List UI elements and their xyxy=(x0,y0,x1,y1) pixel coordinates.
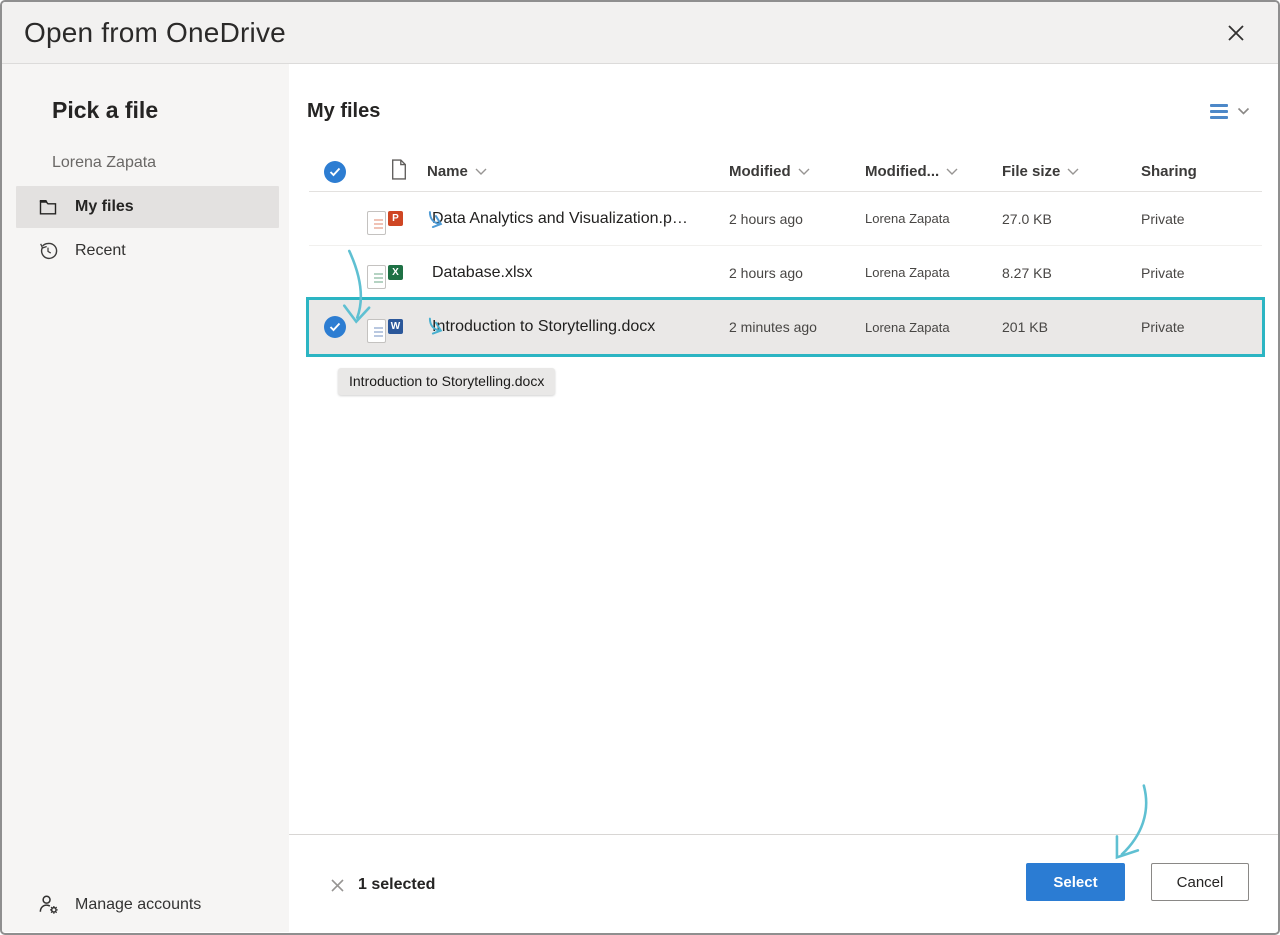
chevron-down-icon xyxy=(1237,107,1250,116)
view-switcher-button[interactable] xyxy=(1210,104,1250,119)
file-name-tooltip: Introduction to Storytelling.docx xyxy=(338,368,555,395)
sidebar: Pick a file Lorena Zapata My files Recen… xyxy=(2,64,289,932)
dialog-footer: 1 selected Select Cancel xyxy=(289,834,1278,932)
selection-info: 1 selected xyxy=(330,876,435,894)
file-row-introduction-to-storytelling[interactable]: W Introduction to Storytelling.docx 2 mi… xyxy=(309,300,1262,354)
clear-selection-button[interactable] xyxy=(330,878,345,893)
file-sharing: Private xyxy=(1141,211,1262,227)
file-modified: 2 hours ago xyxy=(729,265,865,281)
file-modified-by: Lorena Zapata xyxy=(865,211,1002,226)
manage-accounts-button[interactable]: Manage accounts xyxy=(37,893,201,916)
account-name: Lorena Zapata xyxy=(52,154,289,172)
sort-chevron-icon xyxy=(798,168,810,176)
person-gear-icon xyxy=(37,893,60,916)
sort-chevron-icon xyxy=(475,168,487,176)
folder-icon xyxy=(38,197,58,217)
sort-chevron-icon xyxy=(946,168,958,176)
history-icon xyxy=(38,241,58,261)
select-button[interactable]: Select xyxy=(1026,863,1125,901)
list-view-icon xyxy=(1210,104,1228,119)
sidebar-item-my-files[interactable]: My files xyxy=(16,186,279,228)
close-button[interactable] xyxy=(1218,15,1254,51)
file-name: Introduction to Storytelling.docx xyxy=(427,318,729,336)
column-header-name[interactable]: Name xyxy=(427,163,729,180)
dialog-titlebar: Open from OneDrive xyxy=(2,2,1278,64)
select-all-checkbox[interactable] xyxy=(309,161,382,183)
file-type-column-icon xyxy=(382,158,427,186)
check-icon xyxy=(329,322,341,332)
file-modified: 2 minutes ago xyxy=(729,319,865,335)
file-sharing: Private xyxy=(1141,265,1262,281)
sidebar-item-recent[interactable]: Recent xyxy=(16,230,279,272)
onedrive-open-dialog: Open from OneDrive Pick a file Lorena Za… xyxy=(0,0,1280,935)
sidebar-item-label: Recent xyxy=(75,242,126,260)
file-table: Name Modified Modified... File size xyxy=(309,152,1262,354)
cancel-button[interactable]: Cancel xyxy=(1151,863,1249,901)
sort-chevron-icon xyxy=(1067,168,1079,176)
sidebar-item-label: My files xyxy=(75,198,134,216)
folder-title: My files xyxy=(307,100,380,123)
file-sharing: Private xyxy=(1141,319,1262,335)
file-row-database[interactable]: X Database.xlsx 2 hours ago Lorena Zapat… xyxy=(309,246,1262,300)
file-name: Database.xlsx xyxy=(427,264,729,282)
file-size: 201 KB xyxy=(1002,319,1141,335)
close-icon xyxy=(330,878,345,893)
column-header-file-size[interactable]: File size xyxy=(1002,163,1141,180)
column-header-sharing[interactable]: Sharing xyxy=(1141,163,1262,180)
file-picker-main: My files Name xyxy=(289,64,1278,932)
table-header-row: Name Modified Modified... File size xyxy=(309,152,1262,192)
close-icon xyxy=(1227,24,1245,42)
file-modified-by: Lorena Zapata xyxy=(865,320,1002,335)
column-header-modified-by[interactable]: Modified... xyxy=(865,163,1002,180)
file-modified: 2 hours ago xyxy=(729,211,865,227)
check-icon xyxy=(329,167,341,177)
file-name: Data Analytics and Visualization.p… xyxy=(427,210,729,228)
file-size: 8.27 KB xyxy=(1002,265,1141,281)
sidebar-heading: Pick a file xyxy=(52,97,289,124)
manage-accounts-label: Manage accounts xyxy=(75,896,201,914)
column-header-modified[interactable]: Modified xyxy=(729,163,865,180)
dialog-title: Open from OneDrive xyxy=(24,17,286,49)
file-row-data-analytics[interactable]: P Data Analytics and Visualization.p… 2 … xyxy=(309,192,1262,246)
file-size: 27.0 KB xyxy=(1002,211,1141,227)
document-icon xyxy=(390,158,408,181)
file-modified-by: Lorena Zapata xyxy=(865,265,1002,280)
selected-count-label: 1 selected xyxy=(358,876,435,894)
